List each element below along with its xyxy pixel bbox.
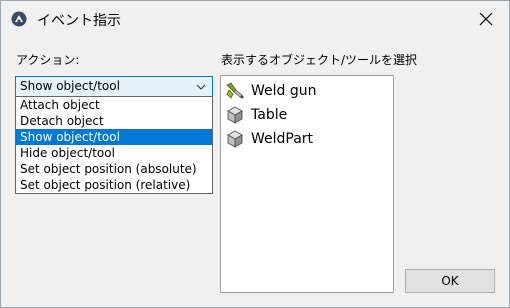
dropdown-item-show[interactable]: Show object/tool — [16, 129, 212, 145]
weld-gun-icon — [226, 82, 244, 99]
dropdown-item-attach[interactable]: Attach object — [16, 97, 212, 113]
action-combobox[interactable]: Show object/tool — [15, 76, 213, 97]
app-icon — [11, 11, 27, 27]
object-listbox[interactable]: Weld gun Table WeldPart — [220, 75, 394, 293]
chevron-down-icon — [196, 84, 206, 90]
list-item-weld-gun[interactable]: Weld gun — [225, 80, 391, 102]
action-dropdown-list: Attach object Detach object Show object/… — [15, 96, 213, 194]
object-select-label: 表示するオブジェクト/ツールを選択 — [221, 53, 418, 67]
list-item-label: Table — [251, 107, 288, 123]
list-item-weldpart[interactable]: WeldPart — [225, 128, 391, 150]
action-combobox-value: Show object/tool — [20, 79, 120, 93]
action-label: アクション: — [16, 53, 80, 67]
ok-button[interactable]: OK — [405, 269, 495, 293]
dropdown-item-hide[interactable]: Hide object/tool — [16, 145, 212, 161]
list-item-table[interactable]: Table — [225, 104, 391, 126]
close-icon — [479, 12, 493, 26]
cube-icon — [227, 106, 243, 124]
dropdown-item-set-position-relative[interactable]: Set object position (relative) — [16, 177, 212, 193]
cube-icon — [227, 130, 243, 148]
list-item-label: Weld gun — [251, 83, 317, 99]
dropdown-item-set-position-absolute[interactable]: Set object position (absolute) — [16, 161, 212, 177]
title-bar: イベント指示 — [1, 1, 509, 37]
dropdown-item-detach[interactable]: Detach object — [16, 113, 212, 129]
event-dialog: イベント指示 アクション: 表示するオブジェクト/ツールを選択 Show obj… — [0, 0, 510, 308]
list-item-label: WeldPart — [251, 131, 314, 147]
window-title: イベント指示 — [37, 13, 121, 29]
close-button[interactable] — [463, 1, 509, 37]
